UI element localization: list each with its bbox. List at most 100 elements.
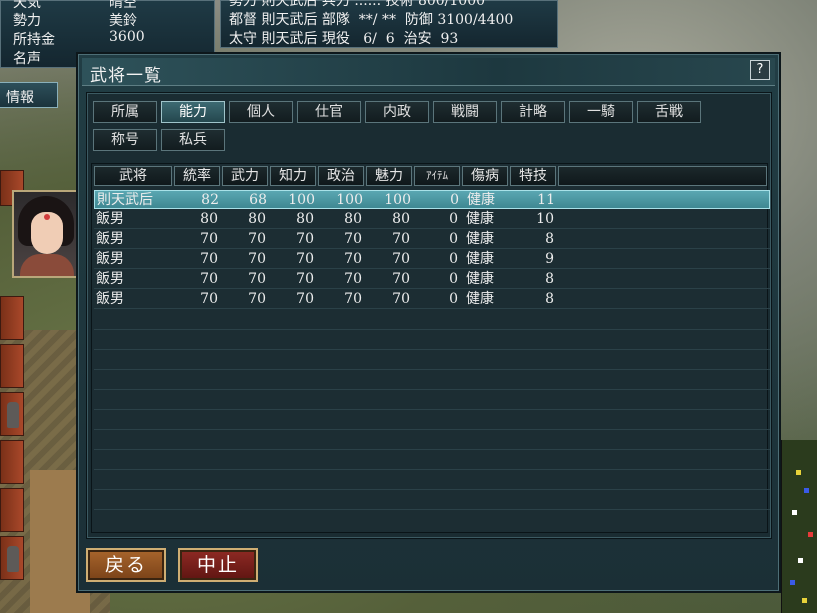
cell-tokugi: 10: [536, 211, 554, 227]
cell-chiryoku: 100: [288, 192, 315, 208]
unit-figure-icon: [7, 402, 19, 428]
column-header-tousotsu[interactable]: 統率: [174, 166, 220, 186]
table-row[interactable]: 則天武后 82 68 100 100 100 0 健康 11: [94, 190, 770, 209]
cell-name: 飯男: [96, 251, 124, 267]
cell-item: 0: [450, 192, 459, 208]
tab-shihei[interactable]: 私兵: [161, 129, 225, 151]
empty-row-line: [94, 409, 770, 410]
unit-figure-icon: [7, 546, 19, 572]
cell-tokugi: 9: [545, 251, 554, 267]
column-header-buryoku[interactable]: 武力: [222, 166, 268, 186]
side-command-slot[interactable]: [0, 536, 24, 580]
cell-chiryoku: 80: [296, 211, 314, 227]
empty-row-line: [94, 509, 770, 510]
minimap-marker: [798, 558, 803, 563]
cell-shoubyou: 健康: [466, 211, 494, 227]
cell-tousotsu: 70: [200, 231, 218, 247]
minimap-marker: [804, 488, 809, 493]
cell-seiji: 70: [344, 251, 362, 267]
column-header-seiji[interactable]: 政治: [318, 166, 364, 186]
tab-shikan[interactable]: 仕官: [297, 101, 361, 123]
city-status-panel: 勢力 則天武后 兵力 ...... 技術 800/1000 都督 則天武后 部隊…: [220, 0, 558, 48]
cell-seiji: 70: [344, 231, 362, 247]
column-header-miryoku[interactable]: 魅力: [366, 166, 412, 186]
side-command-slot[interactable]: [0, 440, 24, 484]
cancel-button[interactable]: 中止: [178, 548, 258, 582]
column-header-item[interactable]: ｱｲﾃﾑ: [414, 166, 460, 186]
cell-tousotsu: 70: [200, 291, 218, 307]
cell-tousotsu: 82: [201, 192, 219, 208]
cell-buryoku: 70: [248, 271, 266, 287]
cell-chiryoku: 70: [296, 271, 314, 287]
tab-keiryaku[interactable]: 計略: [501, 101, 565, 123]
cell-miryoku: 70: [392, 271, 410, 287]
cell-name: 飯男: [96, 271, 124, 287]
tab-zessen[interactable]: 舌戦: [637, 101, 701, 123]
table-row[interactable]: 飯男 70 70 70 70 70 0 健康 9: [94, 250, 770, 269]
table-row[interactable]: 飯男 70 70 70 70 70 0 健康 8: [94, 270, 770, 289]
status-label: 所持金: [13, 32, 55, 48]
side-command-slot[interactable]: [0, 488, 24, 532]
minimap[interactable]: [781, 440, 817, 613]
cell-name: 飯男: [96, 211, 124, 227]
side-command-slot[interactable]: [0, 392, 24, 436]
officer-list-dialog: 武将一覧 ? 所属 能力 個人 仕官 内政 戦闘 計略 一騎 舌戦 称号 私兵 …: [76, 52, 781, 593]
table-row[interactable]: 飯男 70 70 70 70 70 0 健康 8: [94, 290, 770, 309]
empty-row-line: [94, 489, 770, 490]
table-row[interactable]: 飯男 80 80 80 80 80 0 健康 10: [94, 210, 770, 229]
info-button[interactable]: 情報: [0, 82, 58, 108]
table-row[interactable]: 飯男 70 70 70 70 70 0 健康 8: [94, 230, 770, 249]
tab-ikki[interactable]: 一騎: [569, 101, 633, 123]
city-status-row: 勢力 則天武后 兵力 ...... 技術 800/1000: [229, 0, 486, 9]
cell-seiji: 80: [344, 211, 362, 227]
tab-nouryoku[interactable]: 能力: [161, 101, 225, 123]
status-label: 勢力: [13, 13, 41, 29]
tab-shozoku[interactable]: 所属: [93, 101, 157, 123]
side-command-slot[interactable]: [0, 296, 24, 340]
cell-tokugi: 8: [545, 271, 554, 287]
cell-tousotsu: 70: [200, 271, 218, 287]
empty-row-line: [94, 449, 770, 450]
empty-row-line: [94, 429, 770, 430]
status-value: 美鈴: [109, 13, 137, 29]
cell-tokugi: 8: [545, 231, 554, 247]
help-button[interactable]: ?: [750, 60, 770, 80]
tab-kojin[interactable]: 個人: [229, 101, 293, 123]
status-label: 名声: [13, 51, 41, 67]
cell-buryoku: 70: [248, 291, 266, 307]
column-header-name[interactable]: 武将: [94, 166, 172, 186]
cell-chiryoku: 70: [296, 231, 314, 247]
cell-buryoku: 70: [248, 231, 266, 247]
minimap-marker: [802, 598, 807, 603]
empty-row-line: [94, 369, 770, 370]
column-header-chiryoku[interactable]: 知力: [270, 166, 316, 186]
cell-tousotsu: 70: [200, 251, 218, 267]
empty-row-line: [94, 349, 770, 350]
empty-row-line: [94, 329, 770, 330]
minimap-marker: [796, 470, 801, 475]
side-command-slot[interactable]: [0, 344, 24, 388]
back-button[interactable]: 戻る: [86, 548, 166, 582]
cell-seiji: 70: [344, 271, 362, 287]
ruler-portrait: [12, 190, 78, 278]
dialog-content: 所属 能力 個人 仕官 内政 戦闘 計略 一騎 舌戦 称号 私兵 武将 統率 武…: [86, 92, 772, 539]
cell-miryoku: 70: [392, 231, 410, 247]
cell-seiji: 100: [336, 192, 363, 208]
cell-item: 0: [449, 251, 458, 267]
cell-tokugi: 11: [537, 192, 555, 208]
column-header-tokugi[interactable]: 特技: [510, 166, 556, 186]
cell-buryoku: 80: [248, 211, 266, 227]
tab-naisei[interactable]: 内政: [365, 101, 429, 123]
city-status-row: 都督 則天武后 部隊 **/ ** 防御 3100/4400: [229, 12, 514, 28]
cell-buryoku: 68: [249, 192, 267, 208]
cell-name: 飯男: [96, 231, 124, 247]
city-status-row: 太守 則天武后 現役 6/ 6 治安 93: [229, 31, 459, 47]
tab-sentou[interactable]: 戦闘: [433, 101, 497, 123]
minimap-marker: [792, 510, 797, 515]
column-header-shoubyou[interactable]: 傷病: [462, 166, 508, 186]
status-row: 所持金 3600: [13, 29, 213, 48]
dialog-title: 武将一覧: [82, 58, 775, 86]
tab-shougou[interactable]: 称号: [93, 129, 157, 151]
cell-shoubyou: 健康: [467, 192, 495, 208]
cell-tousotsu: 80: [200, 211, 218, 227]
